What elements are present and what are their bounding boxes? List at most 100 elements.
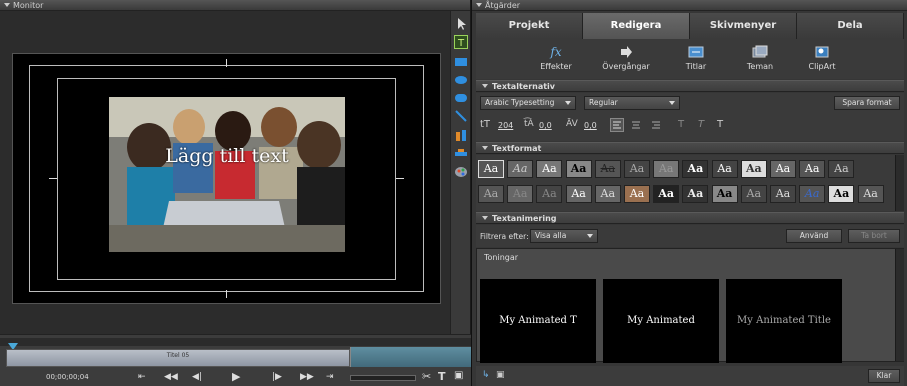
tab-dela[interactable]: Dela [797,13,904,39]
text-style-swatch[interactable]: Aa [507,160,534,178]
next-clip-bar[interactable] [350,347,471,367]
save-format-button[interactable]: Spara format [834,96,900,110]
go-to-start-icon[interactable]: ⇤ [138,372,146,382]
animation-thumbnail[interactable]: My Animated T [480,279,596,363]
text-style-swatch[interactable]: Aa [624,185,650,203]
text-style-swatch[interactable]: Aa [653,160,680,178]
text-style-swatch[interactable]: Aa [770,160,796,178]
save-icon[interactable]: ▣ [496,370,505,380]
text-bold-icon[interactable]: T [678,119,684,130]
text-style-swatch[interactable]: Aa [799,185,826,203]
text-style-swatch[interactable]: Aa [565,185,592,203]
subtab-clipart[interactable]: ClipArt [792,45,852,71]
rewind-icon[interactable]: ◀◀ [164,372,178,382]
text-style-swatch[interactable]: Aa [565,160,592,178]
actions-title: Åtgärder [485,1,521,10]
title-text-overlay[interactable]: Lägg till text [109,145,345,167]
text-style-swatch[interactable]: Aa [536,160,563,178]
text-tool-icon[interactable]: T [454,35,468,49]
text-style-swatch[interactable]: Aa [682,160,709,178]
kerning-value[interactable]: 0,0 [584,121,597,130]
tab-redigera[interactable]: Redigera [583,13,690,39]
text-style-swatch[interactable]: Aa [594,185,621,203]
step-forward-icon[interactable]: |▶ [272,372,282,382]
font-size-value[interactable]: 204 [498,121,513,130]
text-style-swatch[interactable]: Aa [770,185,796,203]
subtab-teman[interactable]: Teman [730,45,790,71]
svg-text:T: T [457,38,465,49]
subtab-effekter[interactable]: fx Effekter [526,45,586,71]
subtab-overgangar[interactable]: Övergångar [596,45,656,71]
swatch-scrollbar[interactable] [895,155,904,211]
font-dropdown[interactable]: Arabic Typesetting [480,96,576,110]
align-right-icon[interactable] [650,119,662,131]
time-ruler[interactable] [0,338,471,346]
animation-gallery: Toningar My Animated T My Animated My An… [476,248,904,363]
zoom-slider[interactable] [350,375,416,381]
arrange-icon[interactable] [454,147,468,161]
text-style-swatch[interactable]: Aa [828,185,855,203]
select-arrow-icon[interactable] [454,17,468,31]
line-icon[interactable] [454,109,468,123]
clip-bar[interactable]: Titel 05 [6,349,350,367]
text-style-swatch[interactable]: Aa [478,185,504,203]
actions-footer: ↳ ▣ Klar [476,366,904,386]
timeline-transport: Titel 05 00;00;00;04 ⇤ ◀◀ ◀| ▶ |▶ ▶▶ ⇥ ✂… [0,334,471,386]
subtab-titlar[interactable]: Titlar [666,45,726,71]
animation-thumbnail[interactable]: My Animated [603,279,719,363]
text-style-swatch[interactable]: Aa [682,185,709,203]
new-item-icon[interactable]: ↳ [482,370,490,380]
text-style-swatch[interactable]: Aa [828,160,855,178]
gallery-scrollbar[interactable] [895,249,904,361]
text-style-swatch[interactable]: Aa [624,160,650,178]
text-style-swatch[interactable]: Aa [653,185,680,203]
text-vertical-icon[interactable]: T [717,119,723,130]
text-style-swatch[interactable]: Aa [711,160,738,178]
monitor-header[interactable]: Monitor [0,0,470,11]
rectangle-icon[interactable] [454,55,468,69]
style-dropdown[interactable]: Regular [584,96,680,110]
text-style-swatch[interactable]: Aa [740,185,767,203]
video-frame[interactable]: Lägg till text [12,53,441,304]
text-style-swatch[interactable]: Aa [594,160,621,178]
actions-header[interactable]: Åtgärder [472,0,907,11]
go-to-end-icon[interactable]: ⇥ [326,372,334,382]
snapshot-icon[interactable]: ▣ [454,370,463,381]
add-text-icon[interactable]: T [438,370,446,383]
text-style-swatch[interactable]: Aa [536,185,563,203]
tab-skivmenyer[interactable]: Skivmenyer [690,13,797,39]
rounded-rect-icon[interactable] [454,73,468,87]
timecode-display[interactable]: 00;00;00;04 [46,373,89,381]
text-italic-icon[interactable]: T [698,119,704,130]
animation-thumbnail[interactable]: My Animated Title [726,279,842,363]
ellipse-icon[interactable] [454,91,468,105]
monitor-view: Lägg till text [0,11,450,334]
section-header-textformat[interactable]: Textformat [476,142,904,154]
done-button[interactable]: Klar [868,369,900,383]
apply-button[interactable]: Använd [786,229,842,243]
subtab-label: Teman [746,62,774,71]
section-header-textanimering[interactable]: Textanimering [476,212,904,224]
text-style-swatch[interactable]: Aa [799,160,826,178]
filter-dropdown[interactable]: Visa alla [530,229,598,243]
text-style-swatch[interactable]: Aa [711,185,738,203]
titles-icon [688,45,704,59]
remove-button[interactable]: Ta bort [848,229,900,243]
align-left-icon[interactable] [610,118,624,132]
align-center-icon[interactable] [630,119,642,131]
fast-forward-icon[interactable]: ▶▶ [300,372,314,382]
leading-value[interactable]: 0,0 [539,121,552,130]
scissors-icon[interactable]: ✂ [422,370,431,383]
section-header-textalternativ[interactable]: Textalternativ [476,80,904,92]
text-style-swatch[interactable]: Aa [740,160,767,178]
text-style-swatch[interactable]: Aa [478,160,504,178]
collapse-icon[interactable] [4,3,10,7]
step-back-icon[interactable]: ◀| [192,372,202,382]
align-icon[interactable] [454,129,468,143]
collapse-icon[interactable] [476,3,482,7]
tab-projekt[interactable]: Projekt [476,13,583,39]
text-style-swatch[interactable]: Aa [857,185,884,203]
palette-icon[interactable] [454,165,468,179]
play-icon[interactable]: ▶ [232,370,240,383]
text-style-swatch[interactable]: Aa [507,185,534,203]
